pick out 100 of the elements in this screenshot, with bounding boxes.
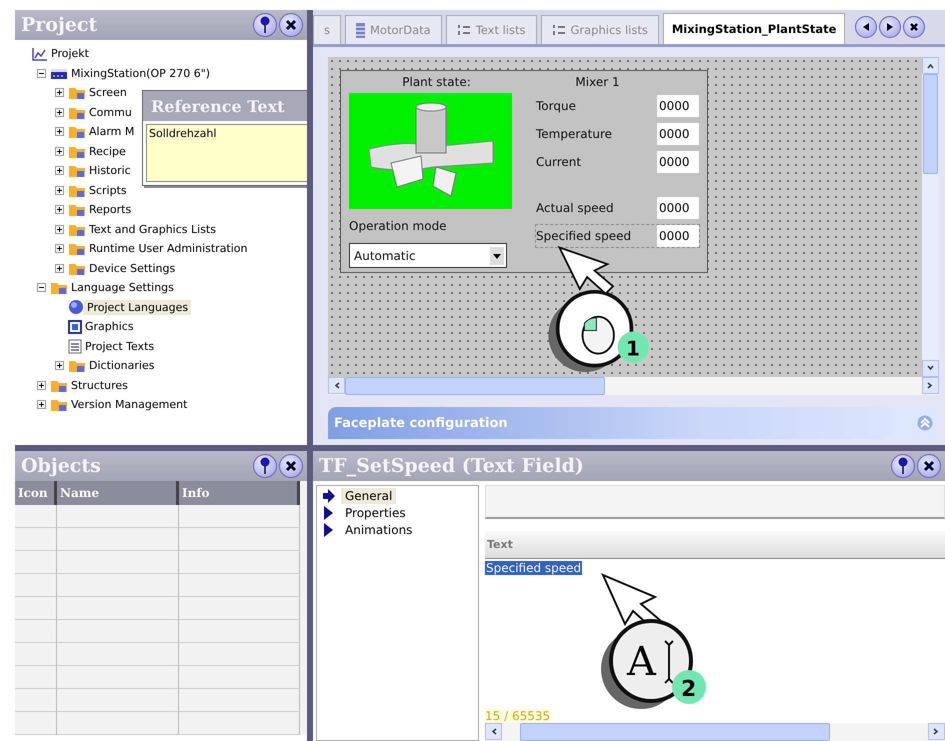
close-button[interactable] [279, 13, 303, 37]
tree-item[interactable]: Text and Graphics Lists [86, 222, 219, 237]
reading-row[interactable]: Specified speed 0000 [536, 225, 699, 247]
tree-item[interactable]: Scripts [86, 182, 130, 198]
text-cursor-callout-drawing: A 2 [583, 569, 723, 719]
reading-row[interactable]: Actual speed 0000 [536, 197, 699, 219]
tree-item[interactable]: Graphics [82, 319, 137, 334]
tree-item[interactable]: Project Languages [84, 300, 192, 315]
reading-row[interactable]: Current 0000 [536, 151, 699, 173]
reading-row[interactable]: Torque 0000 [536, 95, 699, 117]
folder-icon [68, 202, 86, 218]
folder-icon [68, 241, 86, 256]
close-button[interactable] [917, 454, 941, 478]
editor-tab[interactable]: MixingStation_PlantState [662, 13, 846, 44]
tree-item[interactable]: Alarm M [86, 124, 138, 140]
pin-button[interactable] [253, 13, 277, 37]
table-cell [15, 597, 57, 620]
reading-label: Torque [536, 99, 576, 113]
reading-value: 0000 [657, 95, 699, 117]
pin-icon [259, 16, 271, 34]
table-cell [15, 505, 57, 528]
tree-item[interactable]: Screen [86, 85, 130, 100]
tree-item[interactable]: Commu [86, 104, 135, 120]
picture-icon [68, 320, 82, 334]
selected-text: Specified speed [485, 561, 582, 575]
close-tab-button[interactable] [903, 16, 926, 38]
expander-icon[interactable] [55, 127, 64, 136]
tree-item[interactable]: Historic [86, 163, 134, 178]
tree-item[interactable]: Version Management [68, 397, 190, 412]
operation-mode-dropdown[interactable]: Automatic [349, 243, 507, 268]
reading-label: Actual speed [536, 201, 614, 215]
caret-icon [490, 246, 504, 264]
reading-value: 0000 [657, 197, 699, 219]
folder-icon [68, 124, 86, 140]
expander-icon[interactable] [55, 186, 64, 195]
horizontal-scrollbar[interactable] [328, 377, 939, 395]
character-counter: 15 / 65535 [485, 709, 550, 723]
table-cell [15, 643, 57, 666]
horizontal-scrollbar[interactable] [485, 723, 945, 741]
expander-icon[interactable] [55, 244, 64, 254]
previous-tab-button[interactable] [855, 16, 878, 38]
vertical-scrollbar[interactable] [922, 57, 939, 377]
triangle-icon [323, 523, 335, 537]
reading-value: 0000 [657, 151, 699, 173]
reading-value: 0000 [657, 225, 699, 247]
expander-icon[interactable] [55, 224, 64, 234]
document-icon [68, 338, 82, 354]
tree-item[interactable]: Projekt [48, 46, 92, 62]
reading-value: 0000 [657, 123, 699, 145]
tree-item[interactable]: Reports [86, 202, 134, 218]
expander-icon[interactable] [37, 68, 46, 78]
tree-item[interactable]: Device Settings [86, 260, 178, 276]
panel-title: Project [21, 14, 98, 36]
tree-item[interactable]: Recipe [86, 144, 129, 159]
nav-item[interactable]: General [341, 488, 396, 504]
reference-text-field[interactable]: Solldrehzahl [146, 124, 307, 182]
close-icon [285, 460, 297, 472]
expander-icon[interactable] [55, 361, 64, 370]
pin-button[interactable] [891, 454, 915, 478]
expander-icon[interactable] [37, 283, 46, 292]
popup-title: Reference Text [151, 96, 286, 116]
next-tab-button[interactable] [879, 16, 902, 38]
faceplate-unit: Mixer 1 [575, 75, 620, 89]
expander-icon[interactable] [55, 166, 64, 176]
tree-item[interactable]: Dictionaries [86, 358, 158, 374]
table-icon [356, 22, 365, 38]
device-icon [50, 66, 68, 80]
close-icon [909, 22, 920, 32]
expander-icon[interactable] [55, 205, 64, 214]
folder-icon [68, 85, 86, 100]
faceplate-heading: Plant state: [402, 75, 471, 89]
panel-title: TF_SetSpeed (Text Field) [319, 455, 585, 477]
reading-label: Current [536, 155, 582, 169]
expander-icon[interactable] [55, 88, 64, 98]
collapse-icon [917, 415, 933, 431]
left-arrow-icon [861, 22, 872, 32]
reading-label: Temperature [536, 127, 612, 141]
table-cell [15, 528, 57, 551]
pin-button[interactable] [253, 454, 277, 478]
nav-item[interactable]: Animations [341, 522, 416, 538]
reading-row[interactable]: Temperature 0000 [536, 123, 699, 145]
list-icon [456, 24, 471, 36]
expander-icon[interactable] [55, 264, 64, 273]
tree-item[interactable]: Project Texts [82, 338, 158, 354]
tree-item[interactable]: Structures [68, 378, 131, 393]
table-cell [15, 666, 57, 689]
table-cell [15, 689, 57, 712]
tree-item[interactable]: MixingStation(OP 270 6") [68, 66, 214, 81]
tree-item[interactable]: Runtime User Administration [86, 241, 251, 256]
tree-item[interactable]: Language Settings [68, 280, 177, 296]
table-cell [15, 712, 57, 735]
reading-label: Specified speed [536, 229, 632, 243]
field-label: Operation mode [349, 219, 448, 233]
expander-icon[interactable] [37, 380, 46, 390]
expander-icon[interactable] [37, 400, 46, 410]
close-icon [923, 460, 935, 472]
nav-item[interactable]: Properties [341, 505, 410, 521]
expander-icon[interactable] [55, 146, 64, 156]
close-button[interactable] [279, 454, 303, 478]
expander-icon[interactable] [55, 108, 64, 117]
